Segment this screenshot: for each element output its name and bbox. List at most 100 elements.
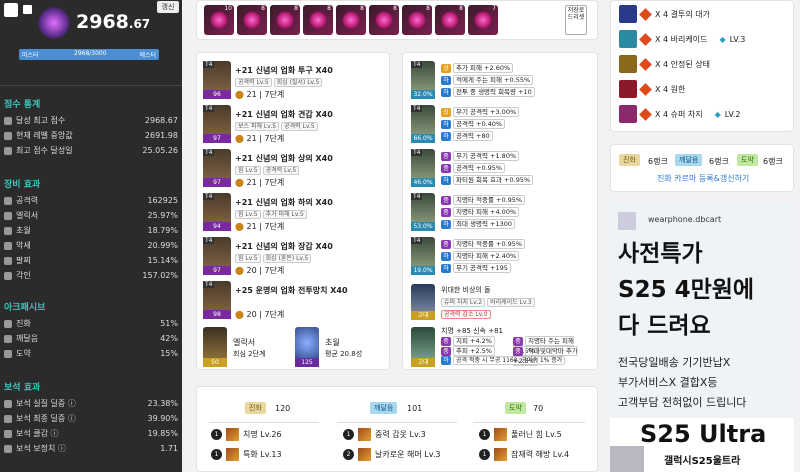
engraving-item[interactable]: X 4 안정된 상태 [619, 55, 710, 73]
accessory-icon[interactable]: T4 19.0% [411, 237, 435, 275]
engraving-icon [619, 80, 637, 98]
accessory-option: 하 공격력 +80 [441, 131, 493, 141]
gem-slot[interactable]: 8 [435, 5, 465, 35]
orange-diamond-icon [639, 57, 652, 71]
accessory-option: 하 무기 공격력 +195 [441, 263, 511, 273]
accessory-option: 중 치명타 적중률 +0.95% [441, 239, 526, 249]
engraving-item[interactable]: X 4 결투의 대가 [619, 5, 710, 23]
engraving-icon [619, 55, 637, 73]
engraving-item[interactable]: X 4 바리케이드 ◆ LV.3 [619, 30, 745, 48]
gem-icon [243, 11, 261, 29]
gem-slot[interactable]: 7 [468, 5, 498, 35]
gear-icon[interactable]: T4 98 [203, 281, 231, 319]
accessory-option: 하 공격력 +0.40% [441, 119, 506, 129]
gem-icon [375, 11, 393, 29]
star-icon [4, 226, 12, 235]
evo-tab[interactable]: 진화 [245, 402, 266, 414]
gear-quality: ⬤ 21 | 7단계 [235, 222, 285, 231]
gear-icon[interactable]: T4 97 [203, 237, 231, 275]
gem-icon [4, 444, 12, 453]
ark-node[interactable]: 1 잠재력 해방 Lv.4 [479, 448, 569, 461]
engraving-icon [619, 5, 637, 23]
accessory-option: 중 치명타 피해 +4.00% [441, 207, 520, 217]
gear-quality: ⬤ 21 | 7단계 [235, 90, 285, 99]
ark-node[interactable]: 1 중력 갑옷 Lv.3 [343, 428, 426, 441]
gem-slot[interactable]: 8 [303, 5, 333, 35]
accessory-icon[interactable]: T4 66.0% [411, 105, 435, 143]
sword-icon [4, 196, 12, 205]
phone-icon [610, 446, 644, 472]
bracelet-option: 하 공격 적중 시 무공 1160, 공이속 1% 증가 [441, 356, 566, 366]
ark-node[interactable]: 2 날카로운 해머 Lv.3 [343, 448, 440, 461]
accessory-option: 중 치명타 적중률 +0.95% [441, 195, 526, 205]
gem-slot[interactable]: 8 [402, 5, 432, 35]
gem-icon [474, 11, 492, 29]
accessory-panel: T4 32.0% 상 추가 피해 +2.60% 하 적에게 주는 피해 +0.55% 하 전투… [402, 52, 598, 370]
gear-icon[interactable]: T4 96 [203, 61, 231, 99]
potion-icon [4, 211, 12, 220]
accessory-icon[interactable]: T4 53.0% [411, 193, 435, 231]
ad-banner[interactable]: S25 Ultra 갤럭시S25울트라 [610, 418, 794, 472]
logo-icon [4, 3, 18, 17]
gem-effect-section: 보석 효과 보석 실질 딜증 ⓘ 23.38% 보석 최종 딜증 ⓘ 39.90% … [4, 383, 178, 453]
gem-slot[interactable]: 8 [369, 5, 399, 35]
gear-name: +25 운명의 업화 전투망치 X40 [235, 286, 348, 295]
accessory-icon[interactable]: T4 32.0% [411, 61, 435, 99]
leap-tab[interactable]: 도약 [505, 402, 526, 414]
refresh-button[interactable]: 갱신 [157, 1, 179, 13]
stone-name: 위대한 비상의 돌 [441, 286, 491, 294]
ark-passive-section: 아크패시브 진화 51% 깨달음 42% 도약 15% [4, 303, 178, 358]
gem-slot[interactable]: 8 [237, 5, 267, 35]
ark-node[interactable]: 1 특화 Lv.13 [211, 448, 282, 461]
engraving-icon [619, 30, 637, 48]
evo-badge: 진화 [619, 154, 640, 166]
accessory-option: 상 추가 피해 +2.60% [441, 63, 514, 73]
gem-slot[interactable]: 10 [204, 5, 234, 35]
gear-subs: 공격력 Lv.5 회심 (질서) Lv.5 [235, 77, 324, 87]
engraving-panel: X 4 결투의 대가 X 4 바리케이드 ◆ LV.3 X 4 안정된 상태 X 4 원한… [610, 0, 794, 132]
gear-subs: 힘 Lv.5 추가 피해 Lv.5 [235, 209, 309, 219]
save-load-reset-button[interactable]: 저장로드리셋 [565, 5, 587, 35]
trophy-icon [4, 116, 12, 125]
bracelet-item-icon: 고대 [411, 327, 435, 367]
gear-icon[interactable]: T4 97 [203, 149, 231, 187]
checkbox[interactable] [23, 5, 32, 14]
gem-icon [4, 399, 12, 408]
accessory-option: 하 최대 생명력 +1300 [441, 219, 516, 229]
bracelet-option: 중 추피 +2.5% [441, 346, 495, 356]
gem-slot[interactable]: 8 [336, 5, 366, 35]
gear-quality: ⬤ 20 | 7단계 [235, 310, 285, 319]
accessory-icon[interactable]: T4 46.0% [411, 149, 435, 187]
engraving-item[interactable]: X 4 슈퍼 차지 ◆ LV.2 [619, 105, 740, 123]
advertisement[interactable]: wearphone.dbcart 사전특가 S25 4만원에 다 드려요 전국당… [610, 204, 794, 472]
gem-slot[interactable]: 8 [270, 5, 300, 35]
gear-subs: 힘 Lv.5 회심 (혼돈) Lv.5 [235, 253, 313, 263]
gear-icon[interactable]: T4 97 [203, 105, 231, 143]
karma-rank-panel: 진화 6랭크 깨달음 6랭크 도약 6랭크 진화 카르마 등록&갱신하기 [610, 144, 794, 192]
ark-passive-panel: 진화 120 깨달음 101 도약 70 1 치명 Lv.26 1 특화 Lv.13 1… [196, 386, 598, 472]
gem-icon [309, 11, 327, 29]
enl-tab[interactable]: 깨달음 [370, 402, 398, 414]
tier-progress-bar: 마스터 2968/3000 에스터 [19, 49, 159, 60]
engraving-item[interactable]: X 4 원한 [619, 80, 685, 98]
skill-icon [358, 428, 371, 441]
evolution-icon [4, 319, 12, 328]
stone-icon: ◆ [714, 109, 721, 119]
accessory-option: 중 무기 공격력 +1.80% [441, 151, 520, 161]
karma-register-link[interactable]: 진화 카르마 등록&갱신하기 [657, 173, 749, 184]
ark-node[interactable]: 1 풀러닌 힘 Lv.5 [479, 428, 562, 441]
ark-node[interactable]: 1 치명 Lv.26 [211, 428, 282, 441]
stone-icon: ◆ [719, 34, 726, 44]
enlightenment-icon [4, 334, 12, 343]
calendar-icon [4, 146, 12, 155]
tier-emblem-icon [38, 7, 70, 39]
gem-icon [408, 11, 426, 29]
enl-badge: 깨달음 [675, 154, 703, 166]
orange-diamond-icon [639, 107, 652, 121]
book-icon [4, 271, 12, 280]
score-stats-section: 점수 통계 달성 최고 점수 2968.67 현재 레벨 중앙값 2691.98 최… [4, 100, 178, 155]
skill-icon [494, 448, 507, 461]
gear-quality: ⬤ 21 | 7단계 [235, 178, 285, 187]
gem-icon [342, 11, 360, 29]
gear-icon[interactable]: T4 94 [203, 193, 231, 231]
